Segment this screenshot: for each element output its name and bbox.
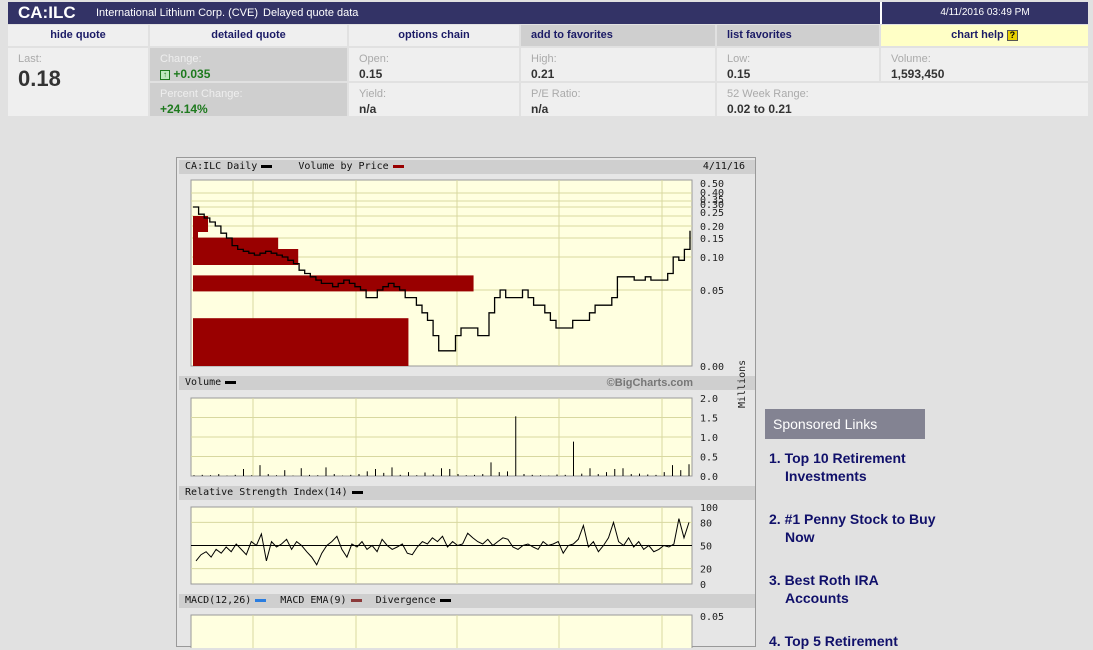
percent-change-cell: Percent Change: +24.14% <box>150 83 347 116</box>
range-cell: 52 Week Range: 0.02 to 0.21 <box>717 83 1088 116</box>
rsi-tick-label: 0 <box>700 580 706 591</box>
delay-note: Delayed quote data <box>263 7 359 19</box>
pe-value: n/a <box>531 102 549 116</box>
chart-help-link[interactable]: chart help ? <box>881 25 1088 46</box>
range-label: 52 Week Range: <box>727 88 809 100</box>
price-tick-label: 0.00 <box>700 362 724 373</box>
symbol: CA:ILC <box>18 3 76 22</box>
options-chain-link[interactable]: options chain <box>349 25 519 46</box>
sponsored-link[interactable]: 1. Top 10 Retirement Investments <box>769 449 939 485</box>
volume-by-price-bar <box>193 275 474 292</box>
price-tick-label: 0.25 <box>700 208 724 219</box>
open-cell: Open: 0.15 <box>349 48 519 81</box>
yield-label: Yield: <box>359 88 387 100</box>
last-value: 0.18 <box>18 66 61 91</box>
yield-cell: Yield: n/a <box>349 83 519 116</box>
high-cell: High: 0.21 <box>521 48 715 81</box>
volume-value: 1,593,450 <box>891 67 945 81</box>
hide-quote-link[interactable]: hide quote <box>8 25 148 46</box>
sponsored-link[interactable]: 2. #1 Penny Stock to Buy Now <box>769 510 939 546</box>
stock-chart: CA:ILC Daily Volume by Price 4/11/16 Vol… <box>176 157 756 648</box>
range-value: 0.02 to 0.21 <box>727 102 792 116</box>
volume-tick-label: 0.5 <box>700 453 718 464</box>
high-label: High: <box>531 53 557 65</box>
percent-change-label: Percent Change: <box>160 88 243 100</box>
open-label: Open: <box>359 53 389 65</box>
pe-cell: P/E Ratio: n/a <box>521 83 715 116</box>
price-tick-label: 0.10 <box>700 253 724 264</box>
rsi-tick-label: 20 <box>700 565 712 576</box>
low-label: Low: <box>727 53 751 65</box>
rsi-tick-label: 50 <box>700 542 712 553</box>
volume-cell: Volume: 1,593,450 <box>881 48 1088 81</box>
chart-help-label: chart help <box>951 29 1004 41</box>
low-cell: Low: 0.15 <box>717 48 879 81</box>
volume-unit: Millions <box>737 359 748 408</box>
detailed-quote-link[interactable]: detailed quote <box>150 25 347 46</box>
open-value: 0.15 <box>359 67 383 81</box>
price-tick-label: 0.05 <box>700 286 724 297</box>
change-label: Change: <box>160 53 202 65</box>
help-icon: ? <box>1006 30 1018 41</box>
price-tick-label: 0.20 <box>700 222 724 233</box>
high-value: 0.21 <box>531 67 555 81</box>
change-row: ↑ +0.035 <box>160 67 210 81</box>
quote-datetime: 4/11/2016 03:49 PM <box>880 2 1088 24</box>
last-cell: Last: 0.18 <box>8 48 148 116</box>
company-name: International Lithium Corp. (CVE) <box>96 7 259 19</box>
percent-change-value: +24.14% <box>160 102 208 116</box>
volume-tick-label: 0.0 <box>700 472 718 483</box>
volume-tick-label: 1.5 <box>700 414 718 425</box>
macd-tick-label: 0.05 <box>700 612 724 623</box>
rsi-tick-label: 100 <box>700 503 718 514</box>
add-to-favorites-link[interactable]: add to favorites <box>521 25 715 46</box>
volume-tick-label: 1.0 <box>700 433 718 444</box>
list-favorites-link[interactable]: list favorites <box>717 25 879 46</box>
volume-by-price-bar <box>193 318 409 366</box>
sponsored-links-title: Sponsored Links <box>765 409 925 439</box>
sponsored-link[interactable]: 4. Top 5 Retirement <box>769 632 939 650</box>
macd-plot <box>190 614 693 648</box>
last-label: Last: <box>18 53 42 65</box>
chart-plots: 0.500.400.350.300.250.200.150.100.050.00… <box>190 179 724 648</box>
volume-tick-label: 2.0 <box>700 394 718 405</box>
low-value: 0.15 <box>727 67 751 81</box>
price-tick-label: 0.15 <box>700 234 724 245</box>
rsi-tick-label: 80 <box>700 518 712 529</box>
quote-header: CA:ILC International Lithium Corp. (CVE)… <box>8 2 1088 24</box>
sponsored-link[interactable]: 3. Best Roth IRA Accounts <box>769 571 939 607</box>
change-cell: Change: ↑ +0.035 <box>150 48 347 81</box>
up-arrow-icon: ↑ <box>160 70 170 80</box>
pe-label: P/E Ratio: <box>531 88 581 100</box>
yield-value: n/a <box>359 102 377 116</box>
volume-label: Volume: <box>891 53 931 65</box>
change-value: +0.035 <box>173 67 211 81</box>
